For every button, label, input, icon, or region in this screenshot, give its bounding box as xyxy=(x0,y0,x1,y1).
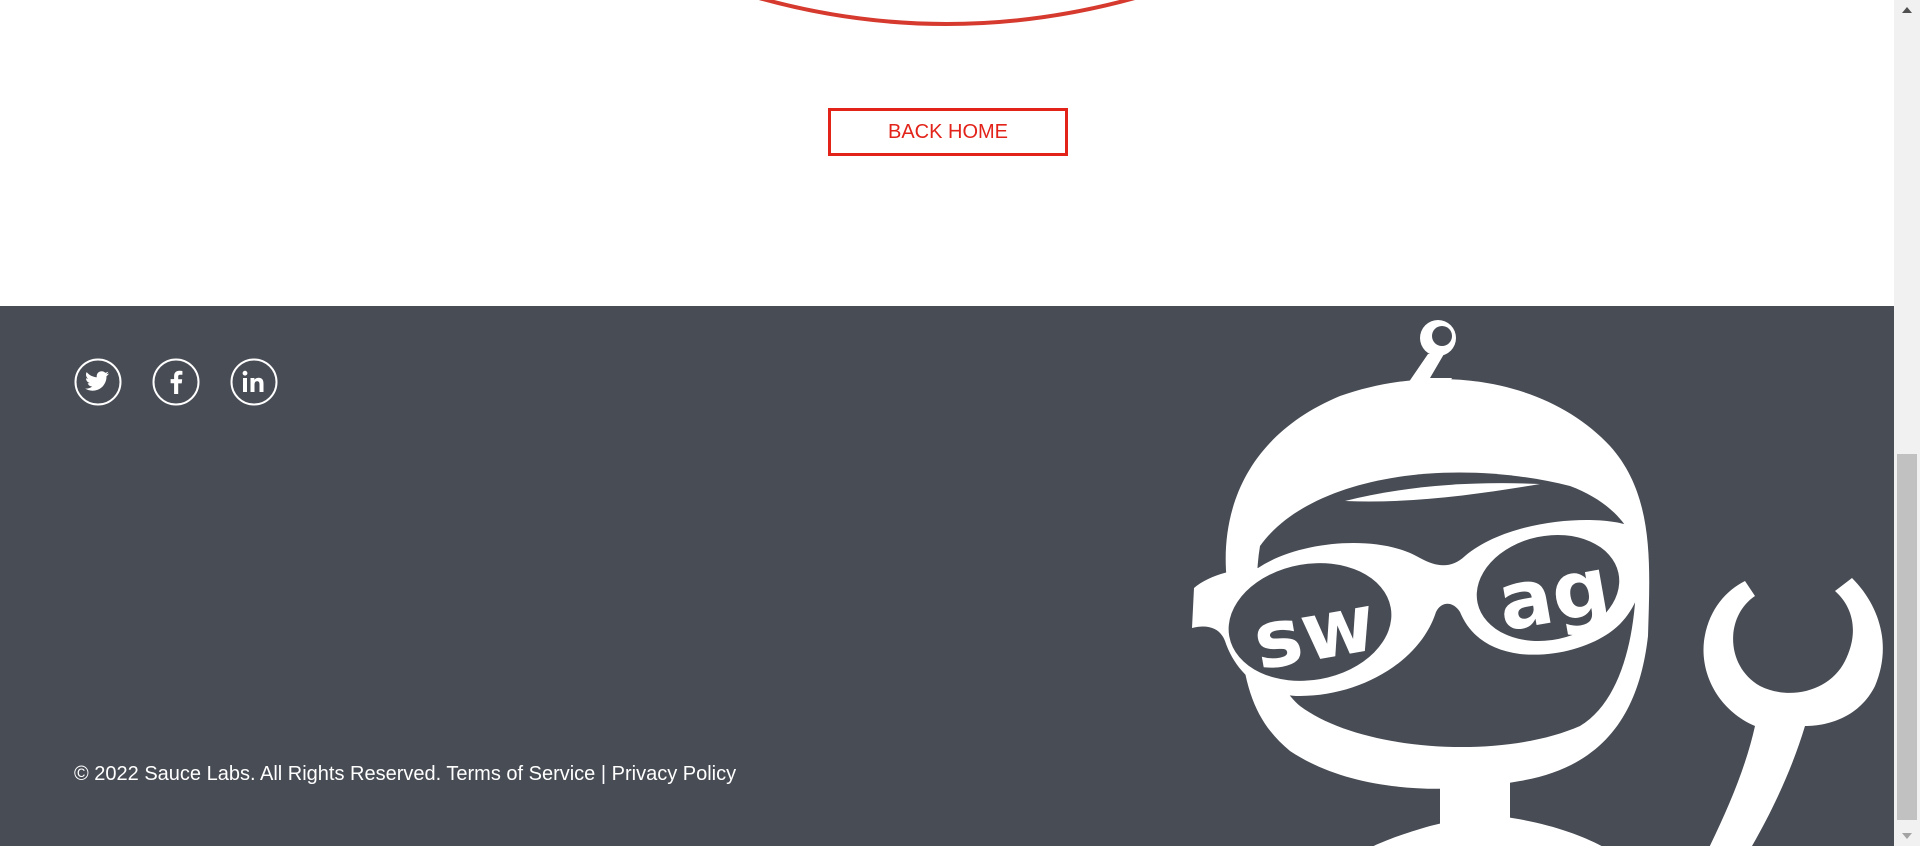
back-home-button[interactable]: BACK HOME xyxy=(828,108,1068,156)
footer-copyright: © 2022 Sauce Labs. All Rights Reserved. … xyxy=(74,762,736,786)
svg-text:ag: ag xyxy=(1491,539,1617,650)
facebook-icon xyxy=(152,358,200,406)
twitter-link[interactable] xyxy=(74,358,122,406)
scrollbar-thumb[interactable] xyxy=(1897,454,1917,820)
privacy-policy-link[interactable]: Privacy Policy xyxy=(612,763,736,785)
checkout-complete-page: BACK HOME sw ag © 2022 Sauce Labs. All R… xyxy=(0,0,1920,846)
facebook-link[interactable] xyxy=(152,358,200,406)
pony-express-arc xyxy=(758,0,1135,26)
vertical-scrollbar[interactable] xyxy=(1894,0,1920,846)
twitter-icon xyxy=(74,358,122,406)
swag-bot-logo: sw ag xyxy=(1192,320,1883,846)
footer-separator: | xyxy=(600,763,607,785)
main-content: BACK HOME xyxy=(0,0,1894,306)
linkedin-link[interactable] xyxy=(230,358,278,406)
copyright-text: © 2022 Sauce Labs. All Rights Reserved. xyxy=(74,763,442,785)
terms-of-service-link[interactable]: Terms of Service xyxy=(446,763,595,785)
footer: sw ag © 2022 Sauce Labs. All Rights Rese… xyxy=(0,306,1894,846)
scroll-up-arrow-icon[interactable] xyxy=(1894,0,1920,20)
scroll-down-arrow-icon[interactable] xyxy=(1894,826,1920,846)
linkedin-icon xyxy=(230,358,278,406)
